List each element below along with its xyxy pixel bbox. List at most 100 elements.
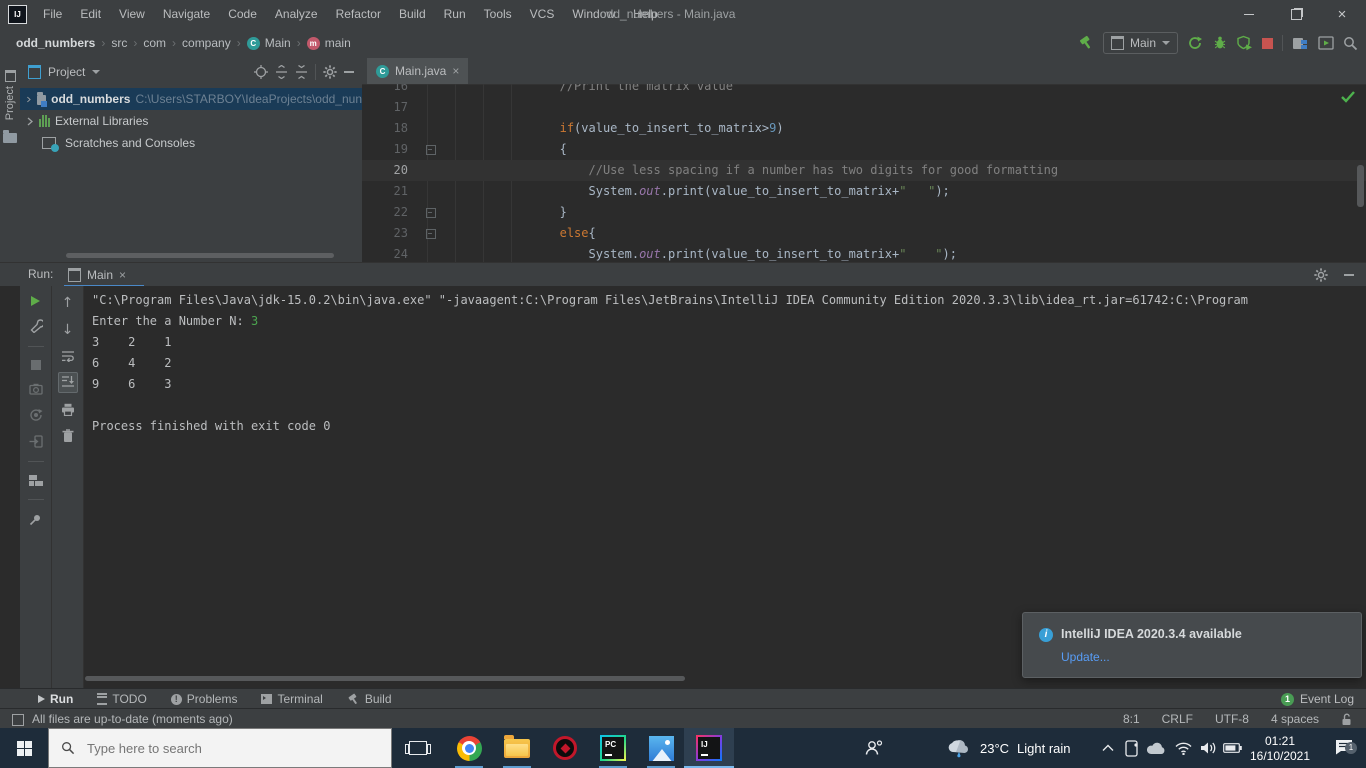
toolwindow-switcher-icon[interactable] (12, 714, 24, 726)
run-tab-main[interactable]: Main × (68, 263, 126, 287)
update-link[interactable]: Update... (1061, 650, 1110, 664)
pin-tab-icon[interactable] (29, 513, 42, 526)
event-log-button[interactable]: 1 Event Log (1280, 689, 1354, 709)
fold-marker-icon[interactable] (426, 207, 436, 218)
structure-icon[interactable] (1292, 36, 1309, 51)
menu-item-navigate[interactable]: Navigate (154, 0, 219, 28)
task-view-button[interactable] (396, 728, 440, 768)
breadcrumb-item[interactable]: src (109, 36, 129, 50)
search-input[interactable] (85, 739, 339, 757)
collapse-all-icon[interactable] (295, 64, 308, 79)
taskbar-app-chrome[interactable] (446, 728, 492, 768)
fold-marker-icon[interactable] (426, 228, 436, 239)
taskbar-app-explorer[interactable] (494, 728, 540, 768)
tool-strip-project[interactable]: Project (0, 66, 20, 147)
wrench-icon[interactable] (29, 319, 43, 333)
update-notification[interactable]: i IntelliJ IDEA 2020.3.4 available Updat… (1022, 612, 1362, 678)
clock-widget[interactable]: 01:21 16/10/2021 (1244, 728, 1316, 768)
breadcrumb-item[interactable]: com (141, 36, 168, 50)
taskbar-app-pycharm[interactable]: PC (590, 728, 636, 768)
weather-widget[interactable]: 23°C Light rain (946, 728, 1071, 768)
prev-occurrence-icon[interactable]: ↑ (62, 296, 74, 310)
settings-gear-icon[interactable] (323, 64, 337, 79)
menu-item-view[interactable]: View (110, 0, 154, 28)
menu-item-vcs[interactable]: VCS (521, 0, 564, 28)
your-phone-tray[interactable] (1118, 728, 1144, 768)
code-line[interactable]: 18 if(value_to_insert_to_matrix>9) (362, 118, 1366, 139)
restore-layout-icon[interactable] (28, 475, 43, 486)
coverage-shield-icon[interactable] (1237, 35, 1253, 51)
tree-row-scratches[interactable]: Scratches and Consoles (20, 132, 362, 154)
maximize-button[interactable] (1273, 0, 1319, 28)
expand-all-icon[interactable] (275, 64, 288, 79)
inspections-ok-check-icon[interactable] (1340, 90, 1356, 104)
onedrive-tray[interactable] (1142, 728, 1170, 768)
horizontal-scrollbar[interactable] (85, 676, 685, 681)
wifi-tray[interactable] (1170, 728, 1196, 768)
file-encoding[interactable]: UTF-8 (1215, 712, 1249, 726)
battery-tray[interactable] (1218, 728, 1246, 768)
people-button[interactable] (856, 728, 892, 768)
console-output[interactable]: "C:\Program Files\Java\jdk-15.0.2\bin\ja… (92, 290, 1366, 437)
hide-panel-icon[interactable] (1344, 274, 1354, 276)
menu-item-build[interactable]: Build (390, 0, 435, 28)
tray-expand-button[interactable] (1096, 728, 1120, 768)
indent-style[interactable]: 4 spaces (1271, 712, 1319, 726)
scroll-to-end-button-selected[interactable] (57, 372, 78, 393)
close-tab-icon[interactable]: × (452, 64, 459, 78)
taskbar-app-red[interactable] (542, 728, 588, 768)
soft-wrap-icon[interactable] (61, 350, 75, 362)
breadcrumb-item[interactable]: odd_numbers (14, 36, 97, 50)
print-icon[interactable] (61, 403, 75, 416)
editor-tab-main-java[interactable]: C Main.java × (367, 58, 469, 84)
taskbar-search[interactable] (48, 728, 392, 768)
code-line[interactable]: 17 (362, 97, 1366, 118)
hide-panel-icon[interactable] (344, 70, 354, 73)
run-anything-icon[interactable] (1318, 36, 1334, 50)
code-area[interactable]: 16 //Print the matrix value 17 18 if(value… (362, 84, 1366, 262)
clear-all-trash-icon[interactable] (62, 429, 74, 443)
toolwindow-run[interactable]: Run (38, 692, 73, 706)
taskbar-app-intellij-active[interactable]: IJ (684, 728, 734, 768)
menu-item-tools[interactable]: Tools (475, 0, 521, 28)
search-everywhere-icon[interactable] (1343, 36, 1358, 51)
chevron-down-icon[interactable] (92, 69, 101, 74)
chevron-right-icon[interactable] (26, 117, 34, 126)
code-line[interactable]: 24 System.out.print(value_to_insert_to_m… (362, 244, 1366, 262)
editor-scrollbar-thumb[interactable] (1357, 165, 1364, 207)
chevron-right-icon[interactable] (26, 95, 32, 104)
horizontal-scrollbar[interactable] (66, 253, 334, 258)
rerun-button[interactable] (31, 296, 40, 306)
settings-gear-icon[interactable] (1314, 268, 1328, 282)
menu-item-analyze[interactable]: Analyze (266, 0, 327, 28)
breadcrumb-item[interactable]: C Main (245, 36, 293, 50)
minimize-button[interactable] (1226, 0, 1272, 28)
locate-target-icon[interactable] (254, 64, 268, 79)
fold-marker-icon[interactable] (426, 144, 436, 155)
toolwindow-todo[interactable]: TODO (97, 692, 147, 706)
line-separator[interactable]: CRLF (1162, 712, 1193, 726)
menu-item-code[interactable]: Code (219, 0, 266, 28)
code-line[interactable]: 22 } (362, 202, 1366, 223)
tree-row-external-libraries[interactable]: External Libraries (20, 110, 362, 132)
run-configuration-select[interactable]: Main (1102, 32, 1178, 54)
debug-bug-icon[interactable] (1212, 35, 1228, 51)
action-center-button[interactable]: 1 (1322, 728, 1366, 768)
build-hammer-icon[interactable] (1078, 35, 1094, 51)
toolwindow-build[interactable]: Build (347, 692, 392, 706)
run-button[interactable] (1187, 35, 1203, 51)
close-tab-icon[interactable]: × (119, 268, 126, 282)
menu-item-run[interactable]: Run (435, 0, 475, 28)
toolwindow-terminal[interactable]: Terminal (261, 692, 323, 706)
breadcrumb-item[interactable]: company (180, 36, 233, 50)
menu-item-file[interactable]: File (34, 0, 71, 28)
code-line[interactable]: 19 { (362, 139, 1366, 160)
close-button[interactable]: × (1319, 0, 1365, 28)
code-line[interactable]: 21 System.out.print(value_to_insert_to_m… (362, 181, 1366, 202)
caret-position[interactable]: 8:1 (1123, 712, 1140, 726)
code-line[interactable]: 20 //Use less spacing if a number has tw… (362, 160, 1366, 181)
stop-button[interactable] (1262, 37, 1273, 49)
start-button[interactable] (0, 728, 48, 768)
project-panel-title[interactable]: Project (48, 65, 85, 79)
code-line[interactable]: 16 //Print the matrix value (362, 84, 1366, 97)
